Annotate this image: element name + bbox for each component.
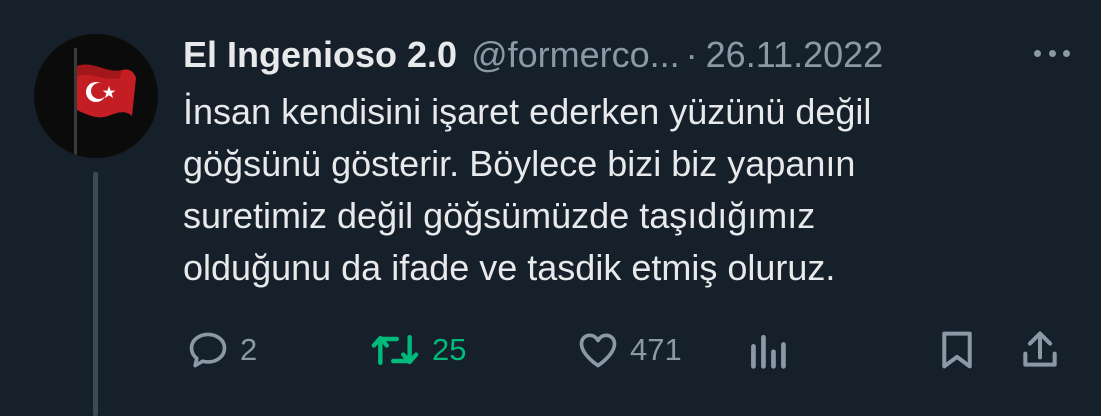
author-handle[interactable]: @formerco...: [471, 34, 680, 76]
retweet-button[interactable]: 25: [368, 322, 466, 378]
heart-icon: [579, 333, 617, 368]
reply-button[interactable]: 2: [186, 322, 257, 378]
tweet-header: El Ingenioso 2.0 @formerco... · 26.11.20…: [183, 30, 883, 80]
separator-dot: ·: [685, 34, 698, 75]
turkish-flag-avatar-icon: [34, 34, 158, 158]
tweet-text-line: olduğunu da ifade ve tasdik etmiş oluruz…: [183, 247, 836, 288]
tweet-text-line: İnsan kendisini işaret ederken yüzünü de…: [183, 91, 872, 132]
tweet-text-line: göğsünü gösterir. Böylece bizi biz yapan…: [183, 143, 856, 184]
tweet-text: İnsan kendisini işaret ederken yüzünü de…: [183, 86, 1063, 294]
reply-count: 2: [240, 332, 258, 367]
action-bar: 2 25 471: [0, 322, 1101, 378]
speech-bubble-icon: [189, 332, 227, 368]
views-button[interactable]: [748, 322, 788, 378]
like-button[interactable]: 471: [576, 322, 682, 378]
more-dot: [1048, 49, 1056, 57]
author-name[interactable]: El Ingenioso 2.0: [183, 34, 457, 76]
more-button[interactable]: [1030, 38, 1074, 68]
bookmark-button[interactable]: [937, 322, 977, 378]
avatar[interactable]: [34, 34, 158, 158]
retweet-count: 25: [432, 332, 467, 367]
bar-chart-icon: [751, 334, 786, 369]
tweet-date[interactable]: 26.11.2022: [706, 34, 884, 76]
share-upload-icon: [1023, 331, 1057, 367]
more-dot: [1063, 49, 1070, 57]
bookmark-icon: [942, 331, 972, 369]
like-count: 471: [630, 332, 682, 367]
more-horizontal-icon: [1034, 49, 1041, 57]
thread-line: [93, 172, 98, 416]
tweet: El Ingenioso 2.0 @formerco... · 26.11.20…: [0, 0, 1101, 416]
share-button[interactable]: [1018, 322, 1062, 378]
tweet-text-line: suretimiz değil göğsümüzde taşıdığımız: [183, 195, 816, 236]
retweet-arrows-icon: [371, 334, 419, 366]
